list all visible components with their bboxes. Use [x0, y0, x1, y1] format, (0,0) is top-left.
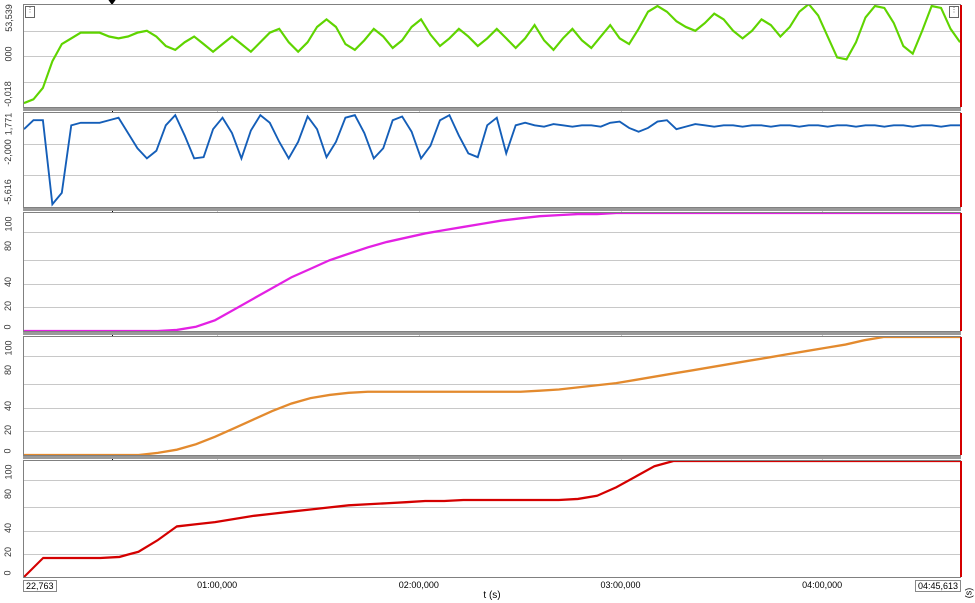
x-axis-unit: (s) — [963, 588, 973, 599]
x-axis: 22,763 01:00,000 02:00,000 03:00,000 04:… — [23, 580, 961, 602]
panel-3[interactable]: 0 20 40 80 100 — [23, 212, 961, 332]
trace-2-blue — [24, 113, 960, 207]
x-axis-label: t (s) — [483, 590, 500, 601]
trace-4-orange — [24, 337, 960, 455]
trace-3-magenta — [24, 213, 960, 331]
x-end-label: 04:45,613 — [915, 580, 961, 592]
y-axis-2: -5,616 -2,000 1,771 — [1, 113, 23, 207]
y-axis-3: 0 20 40 80 100 — [1, 213, 23, 331]
panel-1[interactable]: ⋮ ⋮ -0,018 000 53,539 — [23, 4, 961, 108]
y-axis-1: -0,018 000 53,539 — [1, 5, 23, 107]
y-axis-5: 0 20 40 80 100 — [1, 461, 23, 577]
handle-icon[interactable]: ⋮ — [949, 6, 959, 18]
handle-icon[interactable]: ⋮ — [25, 6, 35, 18]
trace-5-red — [24, 461, 960, 577]
panel-4[interactable]: 0 20 40 80 100 — [23, 336, 961, 456]
x-start-label: 22,763 — [23, 580, 57, 592]
panel-5[interactable]: 0 20 40 80 100 — [23, 460, 961, 578]
chart-area[interactable]: ⋮ ⋮ -0,018 000 53,539 -5,616 -2,000 1,77… — [23, 4, 961, 578]
y-axis-4: 0 20 40 80 100 — [1, 337, 23, 455]
panel-2[interactable]: -5,616 -2,000 1,771 — [23, 112, 961, 208]
